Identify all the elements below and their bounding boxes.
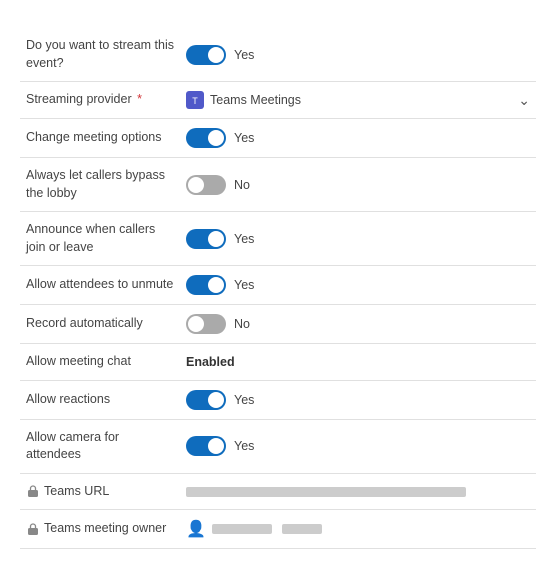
table-row: Allow camera for attendees Yes	[20, 419, 536, 473]
toggle-thumb	[188, 316, 204, 332]
toggle-announce-callers[interactable]	[186, 229, 226, 249]
field-label: Change meeting options	[26, 130, 162, 144]
toggle-thumb	[188, 177, 204, 193]
toggle-value-label: Yes	[234, 393, 254, 407]
toggle-value-label: Yes	[234, 278, 254, 292]
field-label: Allow camera for attendees	[26, 430, 119, 462]
toggle-allow-camera[interactable]	[186, 436, 226, 456]
lock-icon	[26, 522, 40, 536]
table-row: Record automatically No	[20, 305, 536, 344]
field-label: Allow meeting chat	[26, 354, 131, 368]
owner-name-blurred	[212, 524, 272, 534]
field-label: Record automatically	[26, 316, 143, 330]
table-row: Announce when callers join or leave Yes	[20, 212, 536, 266]
svg-text:T: T	[192, 96, 198, 106]
toggle-value-label: Yes	[234, 439, 254, 453]
toggle-change-meeting-options[interactable]	[186, 128, 226, 148]
toggle-value-label: Yes	[234, 131, 254, 145]
teams-url-value	[186, 484, 466, 498]
toggle-bypass-lobby[interactable]	[186, 175, 226, 195]
required-indicator: *	[134, 92, 142, 106]
field-label: Allow attendees to unmute	[26, 277, 173, 291]
table-row: Change meeting options Yes	[20, 119, 536, 158]
provider-name: Teams Meetings	[210, 93, 301, 107]
field-label: Teams meeting owner	[44, 520, 166, 538]
table-row: Always let callers bypass the lobby No	[20, 158, 536, 212]
toggle-allow-reactions[interactable]	[186, 390, 226, 410]
chat-status-value: Enabled	[186, 355, 235, 369]
url-blurred	[186, 487, 466, 497]
toggle-allow-unmute[interactable]	[186, 275, 226, 295]
toggle-thumb	[208, 231, 224, 247]
owner-cell: 👤	[186, 519, 530, 539]
stream-event-form: Do you want to stream this event? Yes Stre…	[0, 0, 556, 565]
toggle-value-label: No	[234, 178, 250, 192]
toggle-thumb	[208, 277, 224, 293]
field-label: Always let callers bypass the lobby	[26, 168, 165, 200]
person-icon: 👤	[186, 519, 206, 539]
table-row: Allow meeting chat Enabled	[20, 344, 536, 381]
teams-icon: T	[186, 91, 204, 109]
toggle-thumb	[208, 438, 224, 454]
streaming-provider-select[interactable]: T Teams Meetings ⌄	[186, 91, 530, 109]
field-label: Teams URL	[44, 483, 109, 501]
field-label: Announce when callers join or leave	[26, 222, 155, 254]
toggle-thumb	[208, 47, 224, 63]
table-row: Allow attendees to unmute Yes	[20, 266, 536, 305]
toggle-thumb	[208, 392, 224, 408]
toggle-thumb	[208, 130, 224, 146]
field-label: Allow reactions	[26, 392, 110, 406]
table-row: Streaming provider * T Teams Meetings ⌄	[20, 82, 536, 119]
field-label: Streaming provider	[26, 92, 132, 106]
table-row: Teams URL	[20, 473, 536, 510]
table-row: Do you want to stream this event? Yes	[20, 28, 536, 82]
settings-table: Do you want to stream this event? Yes Stre…	[20, 28, 536, 549]
owner-surname-blurred	[282, 524, 322, 534]
toggle-value-label: Yes	[234, 232, 254, 246]
toggle-value-label: No	[234, 317, 250, 331]
lock-icon	[26, 484, 40, 498]
table-row: Teams meeting owner 👤	[20, 510, 536, 549]
table-row: Allow reactions Yes	[20, 380, 536, 419]
toggle-value-label: Yes	[234, 48, 254, 62]
chevron-down-icon: ⌄	[518, 92, 530, 109]
toggle-record-auto[interactable]	[186, 314, 226, 334]
toggle-stream-event[interactable]	[186, 45, 226, 65]
field-label: Do you want to stream this event?	[26, 38, 174, 70]
